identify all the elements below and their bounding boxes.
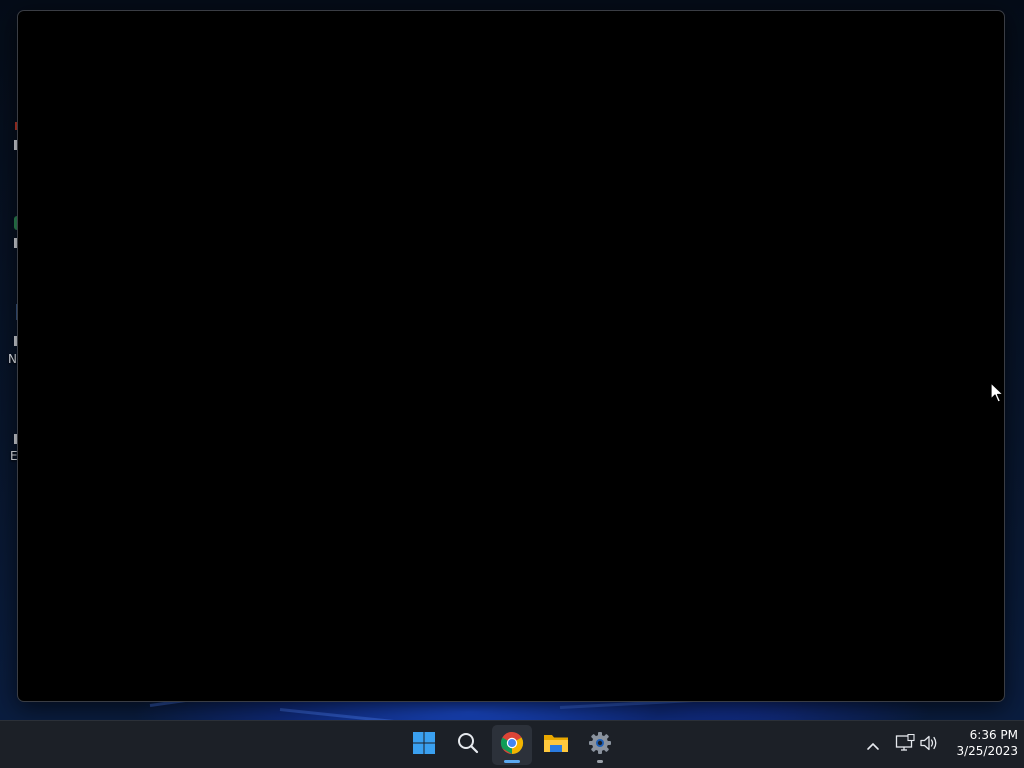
gear-icon	[588, 731, 612, 759]
chevron-up-icon	[866, 736, 880, 755]
volume-button[interactable]	[917, 733, 941, 757]
wallpaper-stripe	[279, 708, 420, 720]
running-indicator	[597, 760, 603, 763]
active-indicator	[504, 760, 520, 763]
folder-icon	[543, 731, 569, 759]
search-icon	[456, 731, 480, 759]
volume-icon	[919, 734, 939, 756]
windows-logo-icon	[412, 731, 436, 759]
desktop-icon-label: N	[8, 352, 17, 366]
app-window[interactable]	[17, 10, 1005, 702]
taskbar	[0, 720, 1024, 768]
chrome-button[interactable]	[492, 725, 532, 765]
settings-button[interactable]	[580, 725, 620, 765]
network-icon	[895, 733, 915, 756]
file-explorer-button[interactable]	[536, 725, 576, 765]
clock-date: 3/25/2023	[956, 744, 1018, 758]
mouse-cursor-icon	[990, 382, 1004, 408]
network-button[interactable]	[893, 733, 917, 757]
search-button[interactable]	[448, 725, 488, 765]
start-button[interactable]	[404, 725, 444, 765]
clock-time: 6:36 PM	[969, 728, 1018, 742]
clock[interactable]: 6:36 PM 3/25/2023	[946, 727, 1018, 759]
show-hidden-icons-button[interactable]	[861, 733, 885, 757]
chrome-icon	[500, 731, 524, 759]
